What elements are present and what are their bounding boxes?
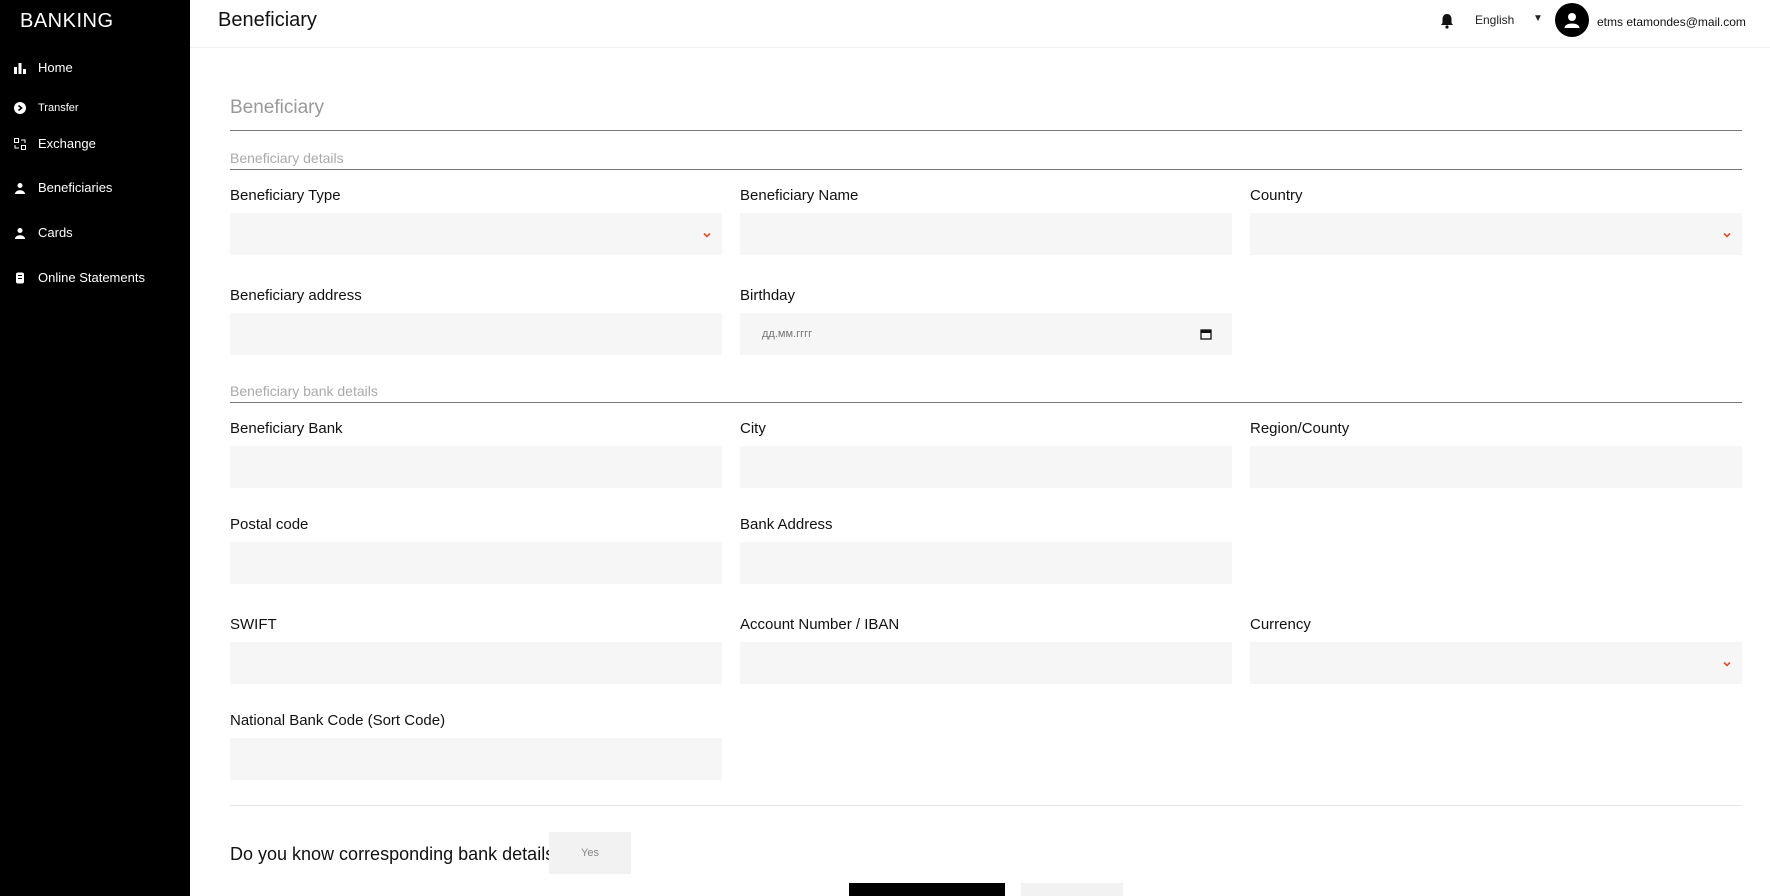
sidebar-item-label: Exchange [38,136,96,151]
beneficiary-type-label: Beneficiary Type [230,187,341,204]
country-select[interactable] [1250,213,1742,255]
bank-address-label: Bank Address [740,516,833,533]
bell-icon[interactable] [1439,13,1455,29]
beneficiary-type-select[interactable] [230,213,722,255]
app-logo[interactable]: BANKING [20,10,114,33]
chevron-down-icon [702,227,712,238]
sidebar-item-exchange[interactable]: Exchange [14,136,96,151]
sidebar: BANKING Home Transfer Exchange Beneficia… [0,0,190,896]
page-title: Beneficiary [218,9,317,31]
beneficiary-name-label: Beneficiary Name [740,187,859,204]
sidebar-item-beneficiaries[interactable]: Beneficiaries [14,180,112,195]
beneficiary-bank-label: Beneficiary Bank [230,420,343,437]
beneficiary-bank-input[interactable] [230,446,722,488]
birthday-date-input[interactable]: дд.мм.гггг [740,313,1232,355]
form-title: Beneficiary [230,97,324,118]
sidebar-item-label: Home [38,60,73,75]
birthday-placeholder: дд.мм.гггг [762,328,813,340]
transfer-icon [14,102,26,114]
yes-toggle-button[interactable]: Yes [549,832,631,874]
bank-address-input[interactable] [740,542,1232,584]
cards-icon [14,227,26,239]
divider [230,402,1742,403]
postal-code-label: Postal code [230,516,309,533]
cancel-button[interactable] [1021,883,1123,896]
sidebar-item-label: Transfer [38,102,79,114]
beneficiary-address-label: Beneficiary address [230,287,362,304]
top-bar: Beneficiary [190,0,1770,48]
section-beneficiary-bank-details: Beneficiary bank details [230,383,378,399]
bar-chart-icon [14,62,26,74]
region-input[interactable] [1250,446,1742,488]
city-input[interactable] [740,446,1232,488]
statements-icon [14,272,26,284]
sidebar-item-online-statements[interactable]: Online Statements [14,270,145,285]
divider [230,805,1742,806]
sidebar-item-home[interactable]: Home [14,60,73,75]
user-email[interactable]: etms etamondes@mail.com [1597,15,1746,29]
national-bank-code-label: National Bank Code (Sort Code) [230,712,446,729]
postal-code-input[interactable] [230,542,722,584]
account-number-input[interactable] [740,642,1232,684]
currency-select[interactable] [1250,642,1742,684]
users-icon [14,182,26,194]
birthday-label: Birthday [740,287,796,304]
corresponding-bank-question: Do you know corresponding bank details? [230,844,565,864]
currency-label: Currency [1250,616,1311,633]
account-number-label: Account Number / IBAN [740,616,900,633]
sidebar-item-transfer[interactable]: Transfer [14,102,79,114]
swift-input[interactable] [230,642,722,684]
beneficiary-name-input[interactable] [740,213,1232,255]
sidebar-item-cards[interactable]: Cards [14,225,73,240]
beneficiary-address-input[interactable] [230,313,722,355]
swift-label: SWIFT [230,616,277,633]
calendar-icon[interactable] [1200,327,1212,340]
region-label: Region/County [1250,420,1350,437]
city-label: City [740,420,766,437]
exchange-icon [14,137,26,150]
avatar[interactable] [1555,3,1589,37]
chevron-down-icon [1722,227,1732,238]
caret-down-icon[interactable]: ▼ [1533,13,1543,24]
language-selector[interactable]: English [1475,13,1514,27]
divider [230,169,1742,170]
sidebar-item-label: Online Statements [38,270,145,285]
sidebar-item-label: Cards [38,225,73,240]
chevron-down-icon [1722,656,1732,667]
country-label: Country [1250,187,1303,204]
submit-button[interactable] [849,883,1005,896]
national-bank-code-input[interactable] [230,738,722,780]
sidebar-item-label: Beneficiaries [38,180,113,195]
divider [230,130,1742,131]
section-beneficiary-details: Beneficiary details [230,150,344,166]
